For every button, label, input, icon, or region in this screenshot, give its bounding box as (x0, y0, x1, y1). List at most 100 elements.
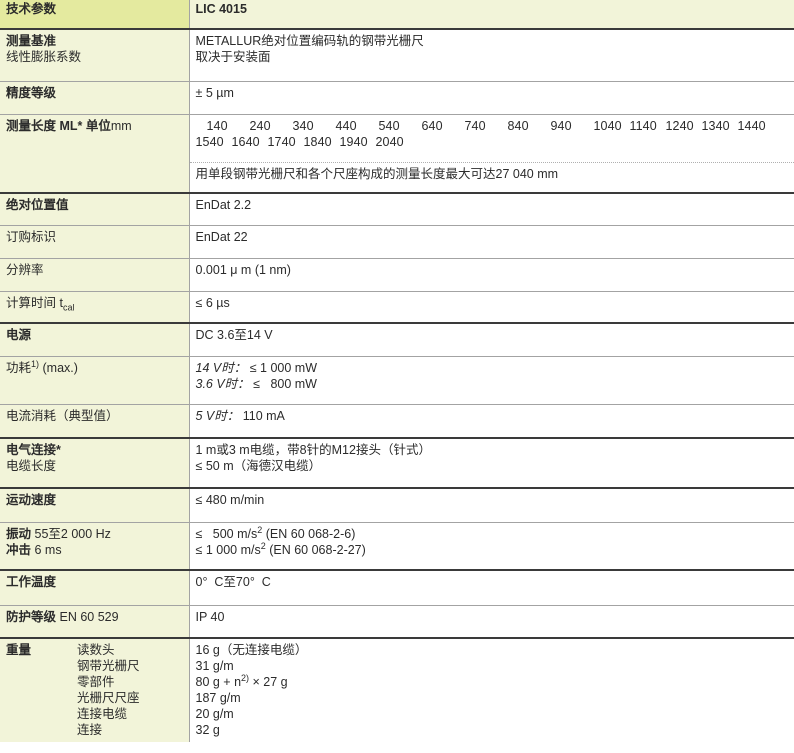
power-consumption-max: (max.) (39, 360, 78, 375)
calc-time-label: 计算时间 t (6, 295, 63, 310)
current-cond: 5 V时： (195, 408, 240, 423)
reference-value: METALLUR绝对位置编码轨的钢带光栅尺 (195, 34, 424, 48)
accuracy-label: 精度等级 (0, 80, 190, 114)
cable-length-label: 电缆长度 (6, 459, 57, 473)
reference-label: 测量基准 (6, 34, 57, 48)
length-value: 1440 (737, 118, 766, 133)
length-value: 640 (421, 118, 443, 133)
row-order-designation: 订购标识 EnDat 22 (0, 224, 794, 258)
length-value: 440 (335, 118, 357, 133)
resolution-label: 分辨率 (0, 257, 190, 291)
row-length: 测量长度 ML* 单位mm 140 240 340 440 540 640 740 840 94… (0, 113, 794, 193)
electrical-connection-label: 电气连接* (6, 443, 61, 457)
row-accuracy: 精度等级 ± 5 µm (0, 80, 794, 114)
footnote-2: 2) (241, 672, 250, 683)
length-value: 240 (249, 118, 271, 133)
spec-table: 技术参数 LIC 4015 测量基准 线性膨胀系数 METALLUR绝对位置编码… (0, 0, 794, 742)
length-value: 1640 (231, 134, 260, 149)
absolute-position-label: 绝对位置值 (0, 192, 190, 225)
row-temperature: 工作温度 0° C至70° C (0, 569, 794, 605)
vibration-range: 55至2 000 Hz (31, 526, 111, 541)
length-value: 2040 (375, 134, 404, 149)
parts-weight: 80 g + n (195, 675, 242, 689)
resolution-value: 0.001 μ m (1 nm) (189, 257, 794, 291)
shock-value: ≤ 1 000 m/s (195, 542, 261, 557)
length-value: 1940 (339, 134, 368, 149)
cable-length-value: ≤ 50 m（海德汉电缆） (195, 459, 322, 473)
length-value: 340 (292, 118, 314, 133)
consumption-value-14v: ≤ 1 000 mW (246, 360, 317, 375)
length-value: 840 (507, 118, 529, 133)
length-value: 1540 (195, 134, 224, 149)
temperature-value: 0° C至70° C (189, 569, 794, 605)
length-value: 1840 (303, 134, 332, 149)
length-value: 1140 (629, 118, 657, 133)
weight-value-parts: 80 g + n2) × 27 g (195, 672, 789, 690)
weight-item: 连接 (77, 723, 103, 737)
weight-label: 重量 (6, 643, 32, 657)
calc-time-subscript: cal (62, 302, 75, 312)
length-value: 1040 (593, 118, 622, 133)
weight-value: 31 g/m (195, 659, 234, 673)
header-model: LIC 4015 (189, 0, 794, 30)
row-resolution: 分辨率 0.001 μ m (1 nm) (0, 257, 794, 291)
absolute-position-value: EnDat 2.2 (189, 192, 794, 225)
row-current: 电流消耗（典型值） 5 V时： 110 mA (0, 403, 794, 438)
protection-standard: EN 60 529 (56, 609, 119, 624)
length-value: 1740 (267, 134, 296, 149)
row-power-supply: 电源 DC 3.6至14 V (0, 322, 794, 356)
length-values-row2: 1540 1640 1740 1840 1940 2040 (196, 134, 789, 150)
shock-standard: (EN 60 068-2-27) (265, 542, 366, 557)
parts-weight-multiplier: × 27 g (249, 675, 288, 689)
length-unit: mm (110, 118, 132, 133)
weight-item: 钢带光栅尺 (77, 659, 140, 673)
order-designation-label: 订购标识 (0, 224, 190, 258)
accuracy-value: ± 5 µm (189, 80, 794, 114)
shock-label: 冲击 (6, 542, 32, 557)
header-row: 技术参数 LIC 4015 (0, 0, 794, 30)
row-weight: 重量 读数头 钢带光栅尺 零部件 光栅尺尺座 连接电缆 连接 16 g（无连接电… (0, 637, 794, 742)
vibration-standard: (EN 60 068-2-6) (262, 526, 356, 541)
row-calc-time: 计算时间 tcal ≤ 6 µs (0, 290, 794, 323)
length-note: 用单段钢带光栅尺和各个尺座构成的测量长度最大可达27 040 mm (189, 161, 794, 193)
row-protection: 防护等级 EN 60 529 IP 40 (0, 604, 794, 638)
protection-value: IP 40 (189, 604, 794, 638)
protection-label: 防护等级 (6, 609, 57, 624)
length-value: 540 (378, 118, 400, 133)
row-speed: 运动速度 ≤ 480 m/min (0, 487, 794, 522)
electrical-connection-value: 1 m或3 m电缆，带8针的M12接头（针式） (195, 443, 431, 457)
row-electrical-connection: 电气连接* 电缆长度 1 m或3 m电缆，带8针的M12接头（针式） ≤ 50 … (0, 437, 794, 488)
row-reference: 测量基准 线性膨胀系数 METALLUR绝对位置编码轨的钢带光栅尺 取决于安装面 (0, 28, 794, 81)
current-value: 110 mA (239, 408, 285, 423)
length-value: 1240 (665, 118, 694, 133)
length-value: 940 (550, 118, 572, 133)
row-power-consumption: 功耗1) (max.) 14 V时： ≤ 1 000 mW 3.6 V时： ≤ … (0, 355, 794, 404)
speed-value: ≤ 480 m/min (189, 487, 794, 522)
consumption-cond-3v6: 3.6 V时： (195, 376, 250, 391)
length-value: 1340 (701, 118, 730, 133)
current-label: 电流消耗（典型值） (0, 403, 190, 438)
vibration-value: ≤ 500 m/s (195, 526, 258, 541)
length-values-row1: 140 240 340 440 540 640 740 840 940 1040 1140 1240 1… (196, 118, 789, 134)
length-label: 测量长度 ML* 单位 (6, 118, 111, 133)
weight-item: 光栅尺尺座 (77, 691, 140, 705)
consumption-value-3v6: ≤ 800 mW (249, 376, 317, 391)
vibration-label: 振动 (6, 526, 32, 541)
power-supply-label: 电源 (0, 322, 190, 356)
expansion-label: 线性膨胀系数 (6, 50, 82, 64)
speed-label: 运动速度 (0, 487, 190, 522)
header-label: 技术参数 (0, 0, 190, 30)
weight-value: 32 g (195, 723, 220, 737)
order-designation-value: EnDat 22 (189, 224, 794, 258)
power-consumption-label: 功耗 (6, 360, 32, 375)
weight-item: 连接电缆 (77, 707, 128, 721)
row-vibration-shock: 振动 55至2 000 Hz 冲击 6 ms ≤ 500 m/s2 (EN 60… (0, 521, 794, 570)
length-value: 140 (206, 118, 228, 133)
power-supply-value: DC 3.6至14 V (189, 322, 794, 356)
shock-duration: 6 ms (31, 542, 62, 557)
weight-value: 187 g/m (195, 691, 241, 705)
length-value: 740 (464, 118, 486, 133)
row-absolute-position: 绝对位置值 EnDat 2.2 (0, 192, 794, 225)
weight-item: 零部件 (77, 675, 115, 689)
weight-value: 16 g（无连接电缆） (195, 643, 308, 657)
